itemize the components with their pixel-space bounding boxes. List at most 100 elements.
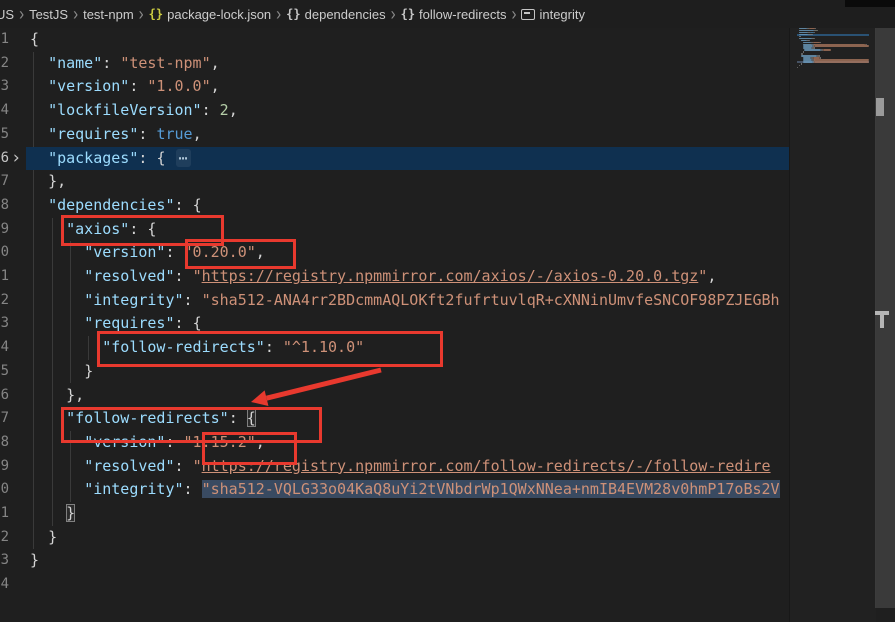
code-text: }, [30, 170, 789, 194]
code-line-24[interactable]: 4 [0, 573, 789, 597]
code-line-20[interactable]: 0 "integrity": "sha512-VQLG33o04KaQ8uYi2… [0, 478, 789, 502]
code-line-1[interactable]: 1{ [0, 28, 789, 52]
chevron-right-icon: › [19, 3, 24, 24]
code-line-8[interactable]: 8 "dependencies": { [0, 194, 789, 218]
chevron-right-icon: › [511, 3, 516, 24]
minimap-line [797, 69, 869, 71]
braces-icon: {} [401, 7, 415, 21]
code-line-6[interactable]: 6› "packages": { ⋯ [0, 147, 789, 171]
chevron-right-icon: › [73, 3, 78, 24]
breadcrumb-item-testjs[interactable]: TestJS [29, 7, 68, 22]
code-text: "axios": { [30, 218, 789, 242]
code-line-15[interactable]: 5 } [0, 360, 789, 384]
code-text: "resolved": "https://registry.npmmirror.… [30, 455, 789, 479]
code-text: }, [30, 384, 789, 408]
code-line-2[interactable]: 2 "name": "test-npm", [0, 52, 789, 76]
line-number: 6 [0, 147, 9, 171]
breadcrumb-label: test-npm [83, 7, 134, 22]
code-line-5[interactable]: 5 "requires": true, [0, 123, 789, 147]
vscode-editor: US › TestJS › test-npm › {} package-lock.json › {… [0, 0, 895, 622]
braces-icon: {} [286, 7, 300, 21]
breadcrumb-item-test-npm[interactable]: test-npm [83, 7, 134, 22]
code-line-4[interactable]: 4 "lockfileVersion": 2, [0, 99, 789, 123]
line-number: 3 [0, 549, 9, 573]
code-text: "version": "0.20.0", [30, 241, 789, 265]
code-line-11[interactable]: 1 "resolved": "https://registry.npmmirro… [0, 265, 789, 289]
breadcrumb-label: package-lock.json [167, 7, 271, 22]
breadcrumb-item-follow-redirects[interactable]: {} follow-redirects [401, 7, 507, 22]
line-number: 4 [0, 99, 9, 123]
code-text: "dependencies": { [30, 194, 789, 218]
breadcrumb-bar: US › TestJS › test-npm › {} package-lock.json › {… [0, 0, 895, 28]
line-number: 8 [0, 194, 9, 218]
line-number: 0 [0, 241, 9, 265]
code-line-10[interactable]: 0 "version": "0.20.0", [0, 241, 789, 265]
chevron-right-icon: › [139, 3, 144, 24]
breadcrumb-item-dependencies[interactable]: {} dependencies [286, 7, 385, 22]
line-number: 3 [0, 312, 9, 336]
line-number: 2 [0, 289, 9, 313]
scrollbar-marker [876, 98, 884, 116]
line-number: 7 [0, 170, 9, 194]
line-number: 5 [0, 123, 9, 147]
line-number: 1 [0, 502, 9, 526]
code-line-23[interactable]: 3} [0, 549, 789, 573]
code-text: "integrity": "sha512-ANA4rr2BDcmmAQLOKft… [30, 289, 789, 313]
line-number: 2 [0, 52, 9, 76]
code-text: "integrity": "sha512-VQLG33o04KaQ8uYi2tV… [30, 478, 789, 502]
code-viewport[interactable]: 1{2 "name": "test-npm",3 "version": "1.0… [0, 28, 789, 622]
code-line-12[interactable]: 2 "integrity": "sha512-ANA4rr2BDcmmAQLOK… [0, 289, 789, 313]
fold-chevron-icon[interactable]: › [11, 147, 21, 169]
breadcrumb-item-us[interactable]: US [0, 7, 14, 22]
code-line-9[interactable]: 9 "axios": { [0, 218, 789, 242]
breadcrumb-label: integrity [539, 7, 585, 22]
breadcrumb-label: US [0, 7, 14, 22]
code-text: } [30, 549, 789, 573]
code-line-16[interactable]: 6 }, [0, 384, 789, 408]
code-line-17[interactable]: 7 "follow-redirects": { [0, 407, 789, 431]
code-line-22[interactable]: 2 } [0, 526, 789, 550]
line-number: 4 [0, 573, 9, 597]
breadcrumb-label: follow-redirects [419, 7, 506, 22]
breadcrumb-item-package-lock.json[interactable]: {} package-lock.json [149, 7, 272, 22]
code-text: "follow-redirects": { [30, 407, 789, 431]
minimap[interactable] [789, 28, 876, 622]
property-icon [521, 9, 535, 20]
line-number: 2 [0, 526, 9, 550]
line-number: 9 [0, 218, 9, 242]
code-line-3[interactable]: 3 "version": "1.0.0", [0, 75, 789, 99]
chevron-right-icon: › [276, 3, 281, 24]
code-text: } [30, 526, 789, 550]
code-line-7[interactable]: 7 }, [0, 170, 789, 194]
json-braces-icon: {} [149, 7, 163, 21]
code-line-13[interactable]: 3 "requires": { [0, 312, 789, 336]
code-line-18[interactable]: 8 "version": "1.15.2", [0, 431, 789, 455]
code-text: "version": "1.0.0", [30, 75, 789, 99]
code-line-19[interactable]: 9 "resolved": "https://registry.npmmirro… [0, 455, 789, 479]
line-number: 0 [0, 478, 9, 502]
ibeam-cursor-icon [875, 311, 890, 328]
code-text: "follow-redirects": "^1.10.0" [30, 336, 789, 360]
code-text: } [30, 502, 789, 526]
line-number: 5 [0, 360, 9, 384]
line-number: 6 [0, 384, 9, 408]
line-number: 4 [0, 336, 9, 360]
line-number: 9 [0, 455, 9, 479]
breadcrumb-label: TestJS [29, 7, 68, 22]
code-text: } [30, 360, 789, 384]
code-text: "version": "1.15.2", [30, 431, 789, 455]
code-line-21[interactable]: 1 } [0, 502, 789, 526]
breadcrumb-item-integrity[interactable]: integrity [521, 7, 585, 22]
line-number: 1 [0, 265, 9, 289]
code-text: "name": "test-npm", [30, 52, 789, 76]
code-text: { [30, 28, 789, 52]
line-number: 1 [0, 28, 9, 52]
breadcrumb-label: dependencies [305, 7, 386, 22]
code-text: "requires": true, [30, 123, 789, 147]
code-text: "resolved": "https://registry.npmmirror.… [30, 265, 789, 289]
line-number: 7 [0, 407, 9, 431]
line-number: 8 [0, 431, 9, 455]
code-line-14[interactable]: 4 "follow-redirects": "^1.10.0" [0, 336, 789, 360]
line-number: 3 [0, 75, 9, 99]
chevron-right-icon: › [391, 3, 396, 24]
